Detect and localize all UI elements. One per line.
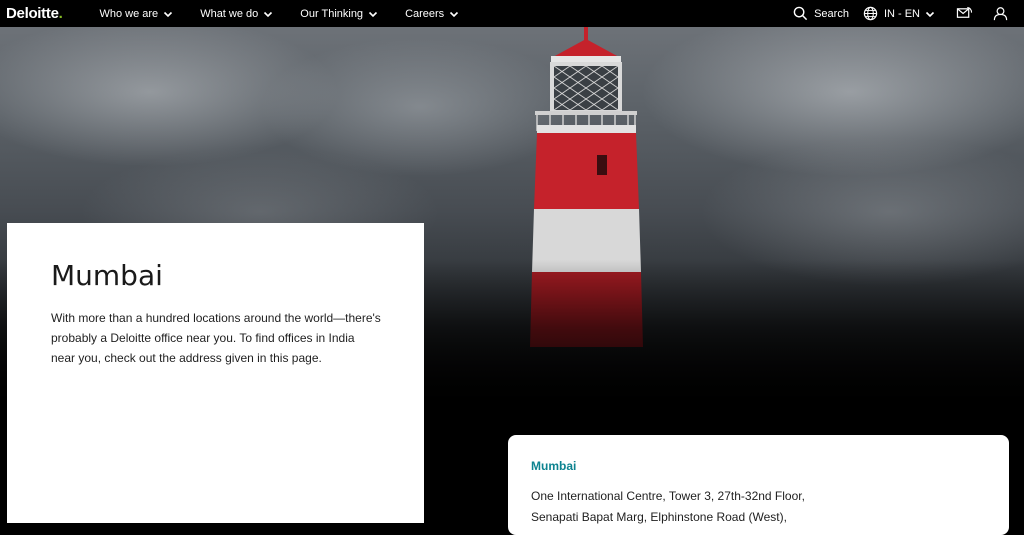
intro-text: With more than a hundred locations aroun…	[51, 311, 381, 365]
search-label: Search	[814, 7, 849, 20]
menu-label: What we do	[200, 7, 259, 20]
main-menu: Who we are What we do Our Thinking Caree…	[99, 8, 486, 20]
search-icon	[793, 6, 808, 21]
menu-item-our-thinking[interactable]: Our Thinking	[300, 8, 379, 20]
office-name: Mumbai	[531, 459, 577, 473]
contact-button[interactable]	[956, 6, 979, 21]
utility-nav: Search IN - EN	[779, 0, 1014, 27]
locale-label: IN - EN	[883, 7, 920, 20]
menu-item-what-we-do[interactable]: What we do	[200, 8, 274, 20]
account-button[interactable]	[993, 6, 1014, 21]
globe-icon	[863, 6, 878, 21]
page-title: Mumbai	[51, 259, 163, 292]
office-address-card: Mumbai One International Centre, Tower 3…	[508, 435, 1009, 535]
top-navigation: Deloitte. Who we are What we do Our Thin…	[0, 0, 1024, 27]
locale-selector[interactable]: IN - EN	[863, 6, 942, 21]
menu-item-careers[interactable]: Careers	[405, 8, 460, 20]
address-line: Senapati Bapat Marg, Elphinstone Road (W…	[531, 510, 787, 524]
search-button[interactable]: Search	[793, 6, 849, 21]
user-icon	[993, 7, 1008, 21]
menu-label: Who we are	[99, 7, 159, 20]
chevron-down-icon	[164, 11, 173, 17]
address-line: One International Centre, Tower 3, 27th-…	[531, 489, 805, 503]
contact-icon	[956, 6, 973, 18]
menu-item-who-we-are[interactable]: Who we are	[99, 8, 174, 20]
location-intro-card: Mumbai With more than a hundred location…	[7, 223, 424, 523]
logo-dot: .	[58, 5, 63, 22]
menu-label: Our Thinking	[300, 7, 364, 20]
chevron-down-icon	[368, 11, 378, 17]
chevron-down-icon	[925, 11, 935, 17]
logo-text: Deloitte	[6, 5, 59, 22]
menu-label: Careers	[405, 7, 445, 20]
chevron-down-icon	[450, 11, 459, 17]
office-address: One International Centre, Tower 3, 27th-…	[531, 486, 805, 528]
deloitte-logo[interactable]: Deloitte.	[6, 5, 63, 22]
chevron-down-icon	[264, 11, 273, 17]
